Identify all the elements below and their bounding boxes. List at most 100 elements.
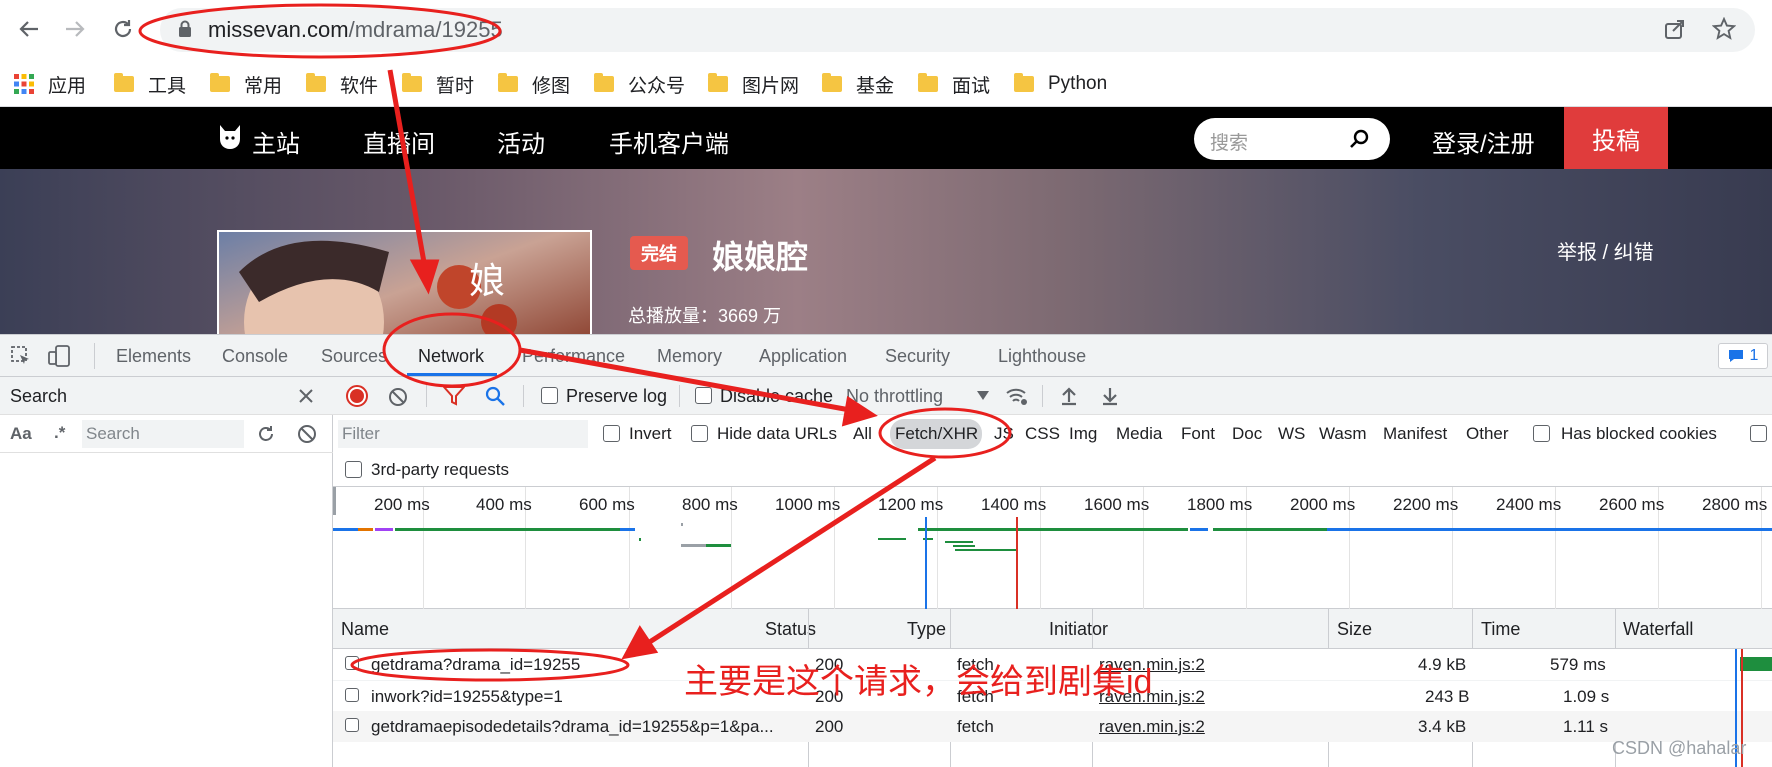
site-search-input[interactable]: 搜索 bbox=[1194, 118, 1390, 160]
url-text[interactable]: missevan.com/mdrama/19255 bbox=[208, 17, 503, 43]
row-name[interactable]: getdrama?drama_id=19255 bbox=[371, 655, 580, 675]
reload-button[interactable] bbox=[106, 12, 140, 46]
login-link[interactable]: 登录/注册 bbox=[1432, 124, 1535, 159]
filter-input[interactable]: Filter bbox=[338, 420, 588, 448]
tab-network[interactable]: Network bbox=[418, 346, 484, 367]
row-initiator[interactable]: raven.min.js:2 bbox=[1099, 717, 1205, 737]
cat-logo-icon[interactable] bbox=[217, 123, 243, 151]
row-time: 1.11 s bbox=[1563, 717, 1609, 736]
table-row[interactable]: getdramaepisodedetails?drama_id=19255&p=… bbox=[333, 711, 1772, 742]
nav-live[interactable]: 直播间 bbox=[363, 124, 435, 159]
device-toolbar-icon[interactable] bbox=[48, 345, 72, 367]
filter-type-ws[interactable]: WS bbox=[1278, 424, 1305, 444]
col-type[interactable]: Type bbox=[907, 619, 946, 640]
filter-type-wasm[interactable]: Wasm bbox=[1319, 424, 1367, 444]
third-party-row: 3rd-party requests bbox=[333, 453, 1772, 487]
col-time[interactable]: Time bbox=[1481, 619, 1520, 640]
nav-mobile-client[interactable]: 手机客户端 bbox=[609, 124, 729, 159]
bookmark-folder[interactable]: 图片网 bbox=[708, 68, 799, 100]
wifi-settings-icon[interactable] bbox=[1005, 385, 1029, 407]
issues-button[interactable]: 1 bbox=[1718, 343, 1768, 369]
row-name[interactable]: inwork?id=19255&type=1 bbox=[371, 687, 563, 707]
tab-performance[interactable]: Performance bbox=[522, 346, 625, 367]
hide-data-urls-checkbox[interactable] bbox=[691, 425, 708, 442]
url-path: /mdrama/19255 bbox=[348, 17, 503, 42]
filter-type-manifest[interactable]: Manifest bbox=[1383, 424, 1447, 444]
match-case-toggle[interactable]: Aa bbox=[10, 424, 32, 444]
inspect-element-icon[interactable] bbox=[10, 345, 32, 367]
filter-type-doc[interactable]: Doc bbox=[1232, 424, 1262, 444]
chevron-down-icon[interactable] bbox=[977, 391, 989, 400]
col-size[interactable]: Size bbox=[1337, 619, 1372, 640]
tab-application[interactable]: Application bbox=[759, 346, 847, 367]
bookmark-apps[interactable]: 应用 bbox=[14, 68, 86, 100]
invert-label: Invert bbox=[629, 424, 672, 443]
filter-type-js[interactable]: JS bbox=[994, 424, 1014, 444]
tab-elements[interactable]: Elements bbox=[116, 346, 191, 367]
close-icon[interactable] bbox=[298, 388, 314, 404]
bookmark-folder[interactable]: 暂时 bbox=[402, 68, 474, 100]
clear-icon[interactable] bbox=[297, 424, 317, 444]
bookmark-star-icon[interactable] bbox=[1712, 17, 1736, 41]
arrow-right-icon bbox=[66, 21, 85, 37]
search-input[interactable]: Search bbox=[82, 420, 244, 448]
bookmark-folder[interactable]: 公众号 bbox=[594, 68, 685, 100]
search-icon[interactable] bbox=[485, 386, 505, 406]
filter-type-css[interactable]: CSS bbox=[1025, 424, 1060, 444]
bookmark-folder[interactable]: Python bbox=[1014, 68, 1107, 100]
row-name[interactable]: getdramaepisodedetails?drama_id=19255&p=… bbox=[371, 717, 774, 737]
invert-checkbox[interactable] bbox=[603, 425, 620, 442]
bookmark-label: 常用 bbox=[244, 75, 283, 97]
bookmark-folder[interactable]: 软件 bbox=[306, 68, 378, 100]
row-checkbox[interactable] bbox=[345, 688, 359, 702]
filter-type-media[interactable]: Media bbox=[1116, 424, 1162, 444]
col-waterfall[interactable]: Waterfall bbox=[1623, 619, 1693, 640]
record-button[interactable] bbox=[346, 385, 368, 407]
bookmark-folder[interactable]: 工具 bbox=[114, 68, 186, 100]
filter-type-other[interactable]: Other bbox=[1466, 424, 1509, 444]
tab-console[interactable]: Console bbox=[222, 346, 288, 367]
search-icon bbox=[1350, 129, 1369, 148]
tab-sources[interactable]: Sources bbox=[321, 346, 387, 367]
filter-type-font[interactable]: Font bbox=[1181, 424, 1215, 444]
tab-security[interactable]: Security bbox=[885, 346, 950, 367]
tab-memory[interactable]: Memory bbox=[657, 346, 722, 367]
preserve-log-checkbox[interactable] bbox=[541, 387, 558, 404]
col-initiator[interactable]: Initiator bbox=[1049, 619, 1108, 640]
bookmark-folder[interactable]: 常用 bbox=[210, 68, 282, 100]
bookmark-folder[interactable]: 基金 bbox=[822, 68, 894, 100]
clear-log-icon[interactable] bbox=[388, 387, 408, 407]
nav-events[interactable]: 活动 bbox=[497, 124, 545, 159]
bookmark-folder[interactable]: 面试 bbox=[918, 68, 990, 100]
nav-main-site[interactable]: 主站 bbox=[252, 124, 300, 159]
bookmark-folder[interactable]: 修图 bbox=[498, 68, 570, 100]
filter-type-fetch-xhr[interactable]: Fetch/XHR bbox=[895, 424, 978, 444]
blocked-requests-checkbox[interactable] bbox=[1750, 425, 1767, 442]
lock-icon[interactable] bbox=[178, 20, 192, 38]
row-checkbox[interactable] bbox=[345, 656, 359, 670]
regex-toggle[interactable]: .* bbox=[54, 423, 65, 443]
tab-lighthouse[interactable]: Lighthouse bbox=[998, 346, 1086, 367]
disable-cache-checkbox[interactable] bbox=[695, 387, 712, 404]
filter-type-all[interactable]: All bbox=[853, 424, 872, 444]
import-icon[interactable] bbox=[1059, 386, 1079, 406]
network-overview[interactable]: 200 ms 400 ms 600 ms 800 ms 1000 ms 1200… bbox=[333, 487, 1772, 609]
third-party-checkbox[interactable] bbox=[345, 461, 362, 478]
row-size: 4.9 kB bbox=[1418, 655, 1467, 674]
filter-icon[interactable] bbox=[443, 386, 465, 406]
share-icon[interactable] bbox=[1664, 18, 1686, 40]
bookmark-label: 修图 bbox=[532, 75, 571, 97]
report-link[interactable]: 举报 / 纠错 bbox=[1557, 236, 1654, 265]
col-name[interactable]: Name bbox=[341, 619, 389, 640]
drama-cover-image[interactable]: 娘 bbox=[217, 230, 592, 350]
throttling-select[interactable]: No throttling bbox=[846, 386, 943, 407]
row-checkbox[interactable] bbox=[345, 718, 359, 732]
filter-type-img[interactable]: Img bbox=[1069, 424, 1097, 444]
back-button[interactable] bbox=[12, 12, 46, 46]
upload-button[interactable]: 投稿 bbox=[1564, 107, 1668, 169]
has-blocked-cookies-checkbox[interactable] bbox=[1533, 425, 1550, 442]
forward-button[interactable] bbox=[58, 12, 92, 46]
bookmark-label: 公众号 bbox=[628, 75, 686, 97]
export-icon[interactable] bbox=[1100, 386, 1120, 406]
refresh-icon[interactable] bbox=[256, 424, 276, 444]
